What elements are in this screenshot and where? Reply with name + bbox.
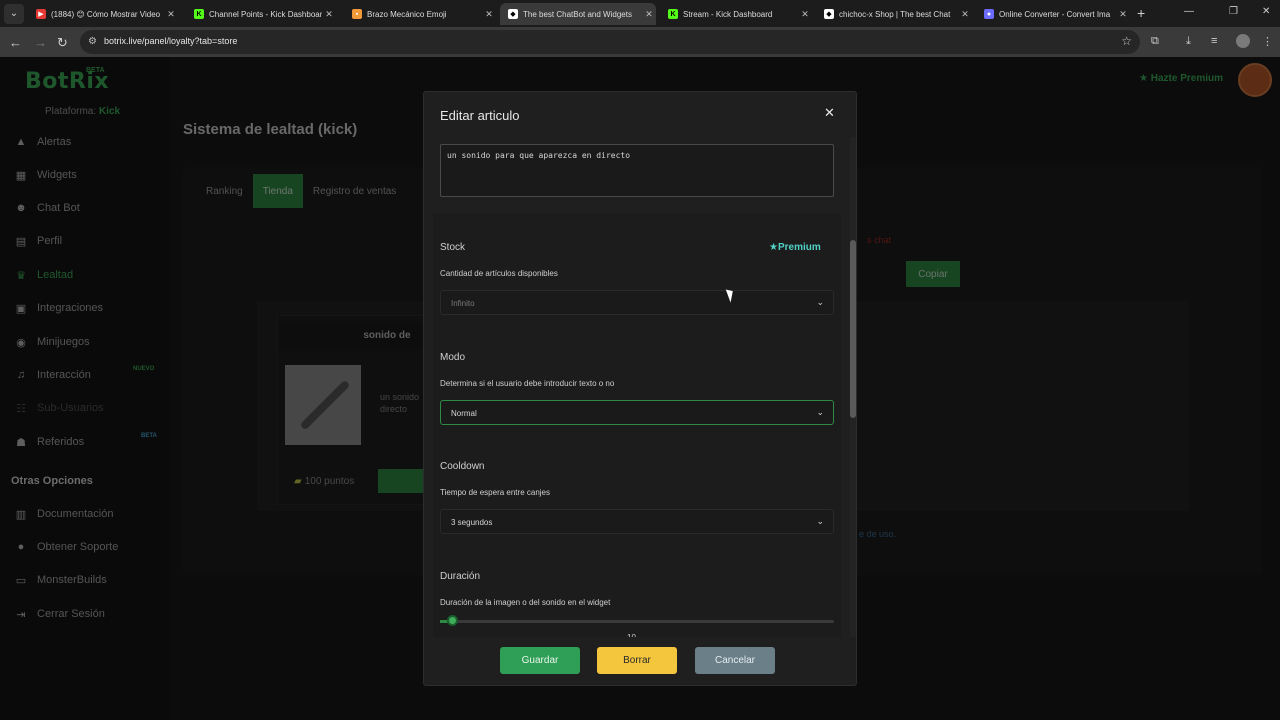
media-icon[interactable]: ≡: [1211, 35, 1217, 47]
close-tab-icon[interactable]: ✕: [482, 9, 496, 20]
site-info-icon[interactable]: ⚙: [88, 36, 97, 47]
cooldown-label: Cooldown: [440, 461, 485, 472]
browser-tab-active[interactable]: ◆ The best ChatBot and Widgets ✕: [500, 3, 656, 25]
modal-scrollbar-thumb[interactable]: [850, 240, 856, 418]
close-tab-icon[interactable]: ✕: [798, 9, 812, 20]
chevron-down-icon: ⌄: [816, 407, 824, 417]
botrix-icon: ◆: [508, 9, 518, 19]
modal-title: Editar articulo: [440, 108, 520, 123]
mode-section: Modo Determina si el usuario debe introd…: [433, 324, 841, 436]
browser-tab[interactable]: ▶ (1884) 😊 Cómo Mostrar Video ✕: [28, 3, 178, 25]
delete-button[interactable]: Borrar: [597, 647, 677, 674]
download-icon[interactable]: ⤓: [1186, 35, 1191, 48]
cooldown-select[interactable]: 3 segundos ⌄: [440, 509, 834, 534]
converter-icon: ●: [984, 9, 994, 19]
duration-slider[interactable]: [440, 620, 834, 623]
star-icon: ★: [769, 242, 778, 253]
browser-tab-bar: ⌄ ▶ (1884) 😊 Cómo Mostrar Video ✕ K Chan…: [0, 0, 1280, 27]
browser-tab[interactable]: ▪ Brazo Mecánico Emoji ✕: [344, 3, 496, 25]
close-tab-icon[interactable]: ✕: [958, 9, 972, 20]
minimize-icon[interactable]: —: [1184, 6, 1194, 17]
mode-label: Modo: [440, 352, 466, 363]
stock-label: Stock: [440, 242, 466, 253]
chevron-down-icon: ⌄: [816, 297, 824, 307]
stock-sublabel: Cantidad de artículos disponibles: [440, 269, 558, 278]
description-textarea[interactable]: un sonido para que aparezca en directo: [440, 144, 834, 197]
duration-section: Duración Duración de la imagen o del son…: [433, 543, 841, 637]
back-icon[interactable]: ←: [9, 35, 22, 50]
duration-label: Duración: [440, 571, 481, 582]
close-tab-icon[interactable]: ✕: [642, 9, 656, 20]
cooldown-section: Cooldown Tiempo de espera entre canjes 3…: [433, 434, 841, 546]
duration-value: 10: [627, 633, 636, 637]
chevron-down-icon: ⌄: [816, 516, 824, 526]
cooldown-sublabel: Tiempo de espera entre canjes: [440, 488, 550, 497]
browser-menu-icon[interactable]: ⋮: [1262, 35, 1273, 48]
close-icon[interactable]: ✕: [824, 105, 835, 121]
cancel-button[interactable]: Cancelar: [695, 647, 775, 674]
browser-tab[interactable]: ◆ chichoc-x Shop | The best Chat ✕: [816, 3, 972, 25]
reload-icon[interactable]: ↻: [57, 35, 68, 51]
close-tab-icon[interactable]: ✕: [322, 9, 336, 20]
url-text: botrix.live/panel/loyalty?tab=store: [104, 36, 238, 46]
modal-body: un sonido para que aparezca en directo S…: [424, 137, 849, 637]
close-tab-icon[interactable]: ✕: [164, 9, 178, 20]
extensions-icon[interactable]: ⧉: [1151, 35, 1159, 48]
kick-icon: K: [194, 9, 204, 19]
botrix-icon: ◆: [824, 9, 834, 19]
save-button[interactable]: Guardar: [500, 647, 580, 674]
forward-icon[interactable]: →: [34, 35, 47, 50]
tab-search-menu-icon[interactable]: ⌄: [4, 3, 24, 24]
duration-sublabel: Duración de la imagen o del sonido en el…: [440, 598, 611, 607]
address-bar[interactable]: ⚙ botrix.live/panel/loyalty?tab=store ☆: [80, 30, 1140, 54]
restore-icon[interactable]: ❐: [1229, 6, 1238, 17]
browser-toolbar: ← → ↻ ⚙ botrix.live/panel/loyalty?tab=st…: [0, 27, 1280, 57]
close-tab-icon[interactable]: ✕: [1116, 9, 1130, 20]
profile-icon[interactable]: [1236, 34, 1250, 48]
stock-section: Stock ★Premium Cantidad de artículos dis…: [433, 213, 841, 325]
browser-tab[interactable]: ● Online Converter - Convert Ima ✕: [976, 3, 1130, 25]
page-icon: ▪: [352, 9, 362, 19]
browser-tab[interactable]: K Channel Points - Kick Dashboar ✕: [186, 3, 336, 25]
mode-select[interactable]: Normal ⌄: [440, 400, 834, 425]
bookmark-star-icon[interactable]: ☆: [1121, 34, 1132, 48]
close-window-icon[interactable]: ✕: [1262, 6, 1270, 17]
kick-icon: K: [668, 9, 678, 19]
edit-item-modal: Editar articulo ✕ un sonido para que apa…: [423, 91, 857, 686]
new-tab-icon[interactable]: +: [1137, 5, 1145, 21]
mode-sublabel: Determina si el usuario debe introducir …: [440, 379, 615, 388]
slider-handle[interactable]: [446, 615, 458, 626]
browser-tab[interactable]: K Stream - Kick Dashboard ✕: [660, 3, 812, 25]
premium-badge: ★Premium: [769, 242, 821, 253]
youtube-icon: ▶: [36, 9, 46, 19]
stock-select[interactable]: Infinito ⌄: [440, 290, 834, 315]
